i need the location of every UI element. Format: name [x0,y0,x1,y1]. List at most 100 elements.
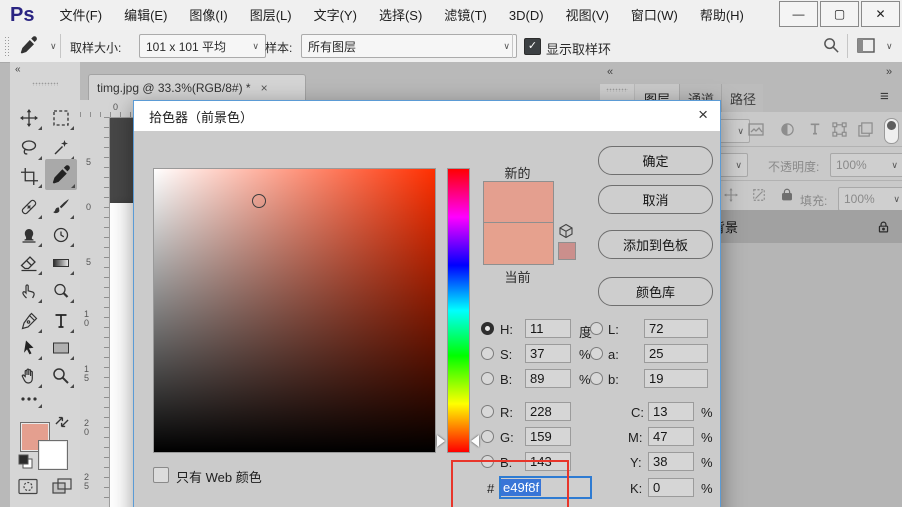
hue-slider-left-arrow[interactable] [437,435,445,447]
path-selection-tool[interactable] [14,334,44,362]
maximize-button[interactable]: ▢ [820,1,859,27]
sample-dropdown[interactable]: 所有图层 ∨ [301,34,517,58]
pen-tool[interactable] [14,307,44,335]
eraser-tool[interactable] [14,249,44,277]
filter-toggle-switch[interactable] [884,118,899,144]
saturation-brightness-field[interactable] [153,168,436,453]
menu-image[interactable]: 图像(I) [178,1,238,30]
tab-paths[interactable]: 路径 [721,84,764,112]
lock-position-icon[interactable] [724,188,738,202]
collapse-toolbar-icon[interactable]: « [15,64,21,75]
marquee-tool[interactable] [46,104,76,132]
default-colors-icon[interactable] [18,454,34,470]
radio-r[interactable] [481,405,494,418]
eyedropper-tool-icon[interactable] [20,36,38,54]
background-color-swatch[interactable] [38,440,68,470]
cancel-button[interactable]: 取消 [598,185,713,214]
gradient-tool[interactable] [46,249,76,277]
menu-layer[interactable]: 图层(L) [239,1,303,30]
gamut-color-swatch[interactable] [558,242,576,260]
dialog-close-icon[interactable]: × [698,105,708,125]
show-ring-checkbox[interactable]: ✓ [524,38,541,55]
c-field[interactable]: 13 [648,402,694,421]
menu-filter[interactable]: 滤镜(T) [433,1,498,30]
toolbar-grip[interactable] [32,82,58,86]
close-button[interactable]: ✕ [861,1,900,27]
brush-tool[interactable] [46,193,76,221]
menu-help[interactable]: 帮助(H) [689,1,755,30]
hue-slider-right-arrow[interactable] [471,435,479,447]
menu-window[interactable]: 窗口(W) [620,1,689,30]
h-field[interactable]: 11 [525,319,571,338]
k-field[interactable]: 0 [648,478,694,497]
l-field[interactable]: 72 [644,319,708,338]
color-field-marker[interactable] [252,194,266,208]
filter-pixel-layers-icon[interactable] [748,122,764,137]
lock-all-icon[interactable] [780,187,794,202]
filter-smart-object-icon[interactable] [858,122,873,137]
menu-select[interactable]: 选择(S) [368,1,433,30]
radio-h[interactable] [481,322,494,335]
menu-view[interactable]: 视图(V) [555,1,620,30]
color-libraries-button[interactable]: 颜色库 [598,277,713,306]
add-to-swatches-button[interactable]: 添加到色板 [598,230,713,259]
edit-toolbar-ellipsis-icon[interactable] [14,388,44,410]
ok-button[interactable]: 确定 [598,146,713,175]
radio-b[interactable] [481,372,494,385]
dodge-tool[interactable] [46,277,76,305]
menu-3d[interactable]: 3D(D) [498,1,555,30]
g-field[interactable]: 159 [525,427,571,446]
s-field[interactable]: 37 [525,344,571,363]
dialog-title-bar[interactable]: 拾色器（前景色） [134,101,720,131]
radio-g[interactable] [481,430,494,443]
minimize-button[interactable]: — [779,1,818,27]
menu-file[interactable]: 文件(F) [48,1,113,30]
magic-wand-tool[interactable] [46,134,76,162]
current-color-swatch[interactable] [483,222,554,265]
screen-mode-icon[interactable] [52,478,72,495]
opacity-field[interactable]: 100% ∨ [830,153,902,177]
filter-adjustment-icon[interactable] [780,122,795,137]
hand-tool[interactable] [14,362,44,390]
web-colors-only-checkbox[interactable] [153,467,169,483]
smudge-tool[interactable] [14,277,44,305]
workspace-icon[interactable] [857,38,875,53]
tab-close-icon[interactable]: × [261,81,268,95]
menu-type[interactable]: 文字(Y) [303,1,368,30]
type-tool[interactable] [46,307,76,335]
expand-dock-icon[interactable]: » [886,66,892,78]
menu-edit[interactable]: 编辑(E) [113,1,178,30]
r-field[interactable]: 228 [525,402,571,421]
filter-shape-icon[interactable] [832,122,847,137]
eyedropper-tool-selected[interactable] [45,159,77,190]
bb-field[interactable]: 19 [644,369,708,388]
lock-transparency-icon[interactable] [752,188,766,202]
y-field[interactable]: 38 [648,452,694,471]
quick-mask-icon[interactable] [18,478,38,495]
sample-size-dropdown[interactable]: 101 x 101 平均 ∨ [139,34,266,58]
clone-stamp-tool[interactable] [14,221,44,249]
fill-field[interactable]: 100% ∨ [838,187,902,211]
move-tool[interactable] [14,104,44,132]
chevron-down-icon[interactable]: ∨ [880,41,893,52]
m-field[interactable]: 47 [648,427,694,446]
collapse-panels-icon[interactable]: « [607,66,613,78]
search-icon[interactable] [823,37,840,54]
radio-s[interactable] [481,347,494,360]
document-tab[interactable]: timg.jpg @ 33.3%(RGB/8#) * × [88,74,306,101]
a-field[interactable]: 25 [644,344,708,363]
healing-brush-tool[interactable] [14,193,44,221]
tool-preset-caret-icon[interactable]: ∨ [44,41,57,52]
panel-menu-icon[interactable]: ≡ [880,88,889,105]
history-brush-tool[interactable] [46,221,76,249]
radio-a[interactable] [590,347,603,360]
zoom-tool[interactable] [46,362,76,390]
filter-type-icon[interactable] [808,122,822,136]
swap-colors-icon[interactable] [54,414,70,430]
radio-l[interactable] [590,322,603,335]
crop-tool[interactable] [14,162,44,190]
radio-bb[interactable] [590,372,603,385]
rectangle-shape-tool[interactable] [46,334,76,362]
gamut-warning-cube-icon[interactable] [558,223,574,239]
b-field[interactable]: 89 [525,369,571,388]
